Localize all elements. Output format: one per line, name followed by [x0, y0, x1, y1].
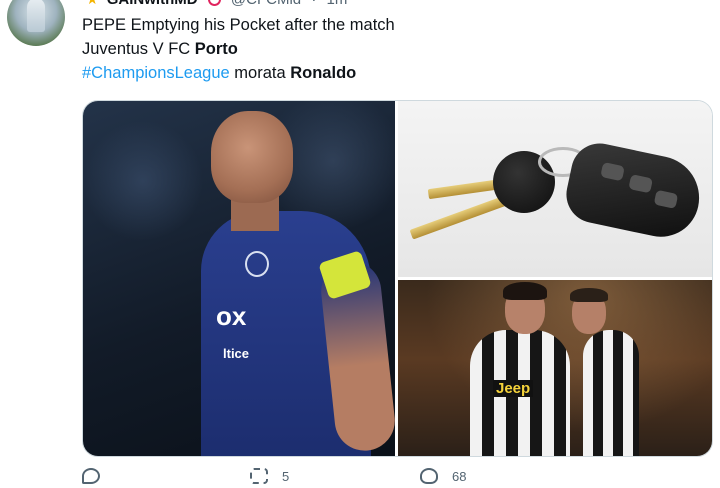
club-crest — [245, 251, 269, 277]
player-shirt — [583, 330, 639, 456]
photo-car-keys[interactable] — [398, 101, 712, 277]
player-hair — [570, 288, 608, 302]
avatar[interactable] — [7, 0, 65, 46]
more-icon[interactable]: ••• — [686, 0, 706, 7]
author-name[interactable]: GAINwithMD — [107, 0, 198, 8]
retweet-icon — [250, 468, 268, 484]
tweet-text: PEPE Emptying his Pocket after the match… — [82, 13, 395, 85]
remote-fob — [561, 138, 707, 244]
star-icon: ★ — [86, 0, 99, 7]
photo-pepe[interactable]: ox ltice — [83, 101, 395, 456]
tweet-header: ★ GAINwithMD @CFCMid · 1m — [86, 0, 347, 11]
shirt-sponsor: Jeep — [493, 380, 534, 397]
media-grid: ox ltice Jeep — [82, 100, 713, 457]
reply-icon — [82, 468, 100, 484]
shirt-sponsor-text: ltice — [223, 346, 250, 361]
verified-badge-icon — [207, 0, 221, 6]
tweet-line-3-middle: morata — [229, 64, 291, 82]
photo-morata-ronaldo[interactable]: Jeep — [398, 280, 712, 456]
separator-dot: · — [311, 0, 316, 8]
like-icon — [420, 468, 438, 484]
fob-button — [628, 174, 653, 194]
fob-button — [653, 189, 679, 209]
tweet-line-3: #ChampionsLeague morata Ronaldo — [82, 61, 395, 85]
timestamp[interactable]: 1m — [326, 0, 347, 8]
shirt-sponsor: ox — [216, 301, 247, 331]
fob-button — [600, 161, 625, 182]
avatar-figure — [27, 0, 45, 32]
tweet-line-2-prefix: Juventus V FC — [82, 40, 195, 58]
retweet-count: 5 — [282, 468, 290, 484]
like-button[interactable]: 68 — [420, 468, 466, 484]
author-handle[interactable]: @CFCMid — [231, 0, 301, 8]
retweet-button[interactable]: 5 — [250, 468, 289, 484]
hashtag-link[interactable]: #ChampionsLeague — [82, 64, 230, 82]
ronaldo-text: Ronaldo — [290, 64, 357, 82]
like-count: 68 — [452, 468, 467, 484]
porto-text: Porto — [194, 40, 238, 58]
action-bar: 5 68 — [82, 468, 702, 488]
player-hair — [503, 282, 547, 300]
tweet-line-2: Juventus V FC Porto — [82, 37, 395, 61]
tweet-line-1: PEPE Emptying his Pocket after the match — [82, 16, 395, 34]
reply-button[interactable] — [82, 468, 114, 484]
player-head — [211, 111, 293, 203]
